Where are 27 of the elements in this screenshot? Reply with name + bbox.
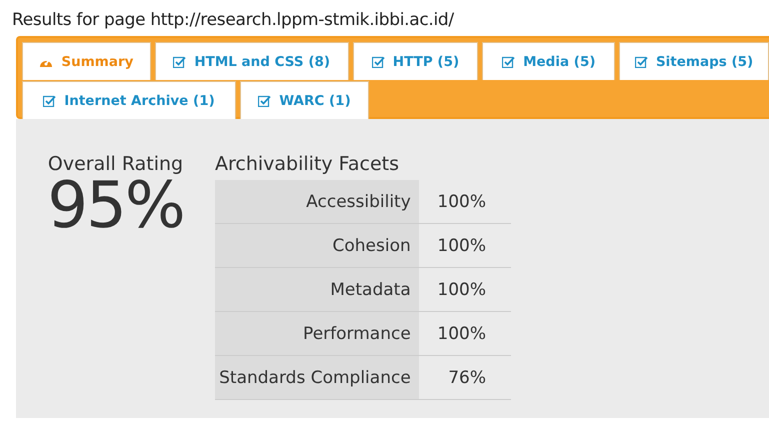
facet-score: 100% (418, 312, 511, 356)
checkbox-icon (372, 56, 385, 68)
facet-score: 76% (418, 356, 511, 400)
tab[interactable]: Internet Archive (1) (22, 81, 236, 119)
facet-name: Standards Compliance (215, 356, 419, 400)
page-heading: Results for page http://research.lppm-stmik.ibbi.ac.id/ (11, 9, 455, 32)
tab[interactable]: HTTP (5) (352, 42, 478, 80)
facet-name: Performance (215, 312, 419, 356)
facet-score: 100% (418, 180, 511, 224)
checkbox-icon (173, 56, 186, 68)
facet-score: 100% (418, 268, 511, 312)
rating-value: 95% (47, 175, 184, 237)
checkbox-icon (502, 56, 516, 68)
tab[interactable]: Summary (22, 42, 151, 80)
tab[interactable]: HTML and CSS (8) (154, 42, 349, 80)
checkbox-icon (634, 56, 648, 68)
tab[interactable]: Sitemaps (5) (619, 42, 769, 80)
tab[interactable]: Media (5) (482, 42, 616, 80)
checkbox-icon (43, 94, 56, 106)
checkbox-icon (258, 94, 272, 106)
tab[interactable]: WARC (1) (240, 81, 369, 119)
facet-score: 100% (418, 224, 511, 268)
facet-name: Accessibility (215, 180, 419, 224)
facet-name: Cohesion (215, 224, 419, 268)
rating-label: Overall Rating (48, 153, 184, 175)
facet-name: Metadata (215, 268, 419, 312)
facets-title: Archivability Facets (215, 153, 400, 175)
